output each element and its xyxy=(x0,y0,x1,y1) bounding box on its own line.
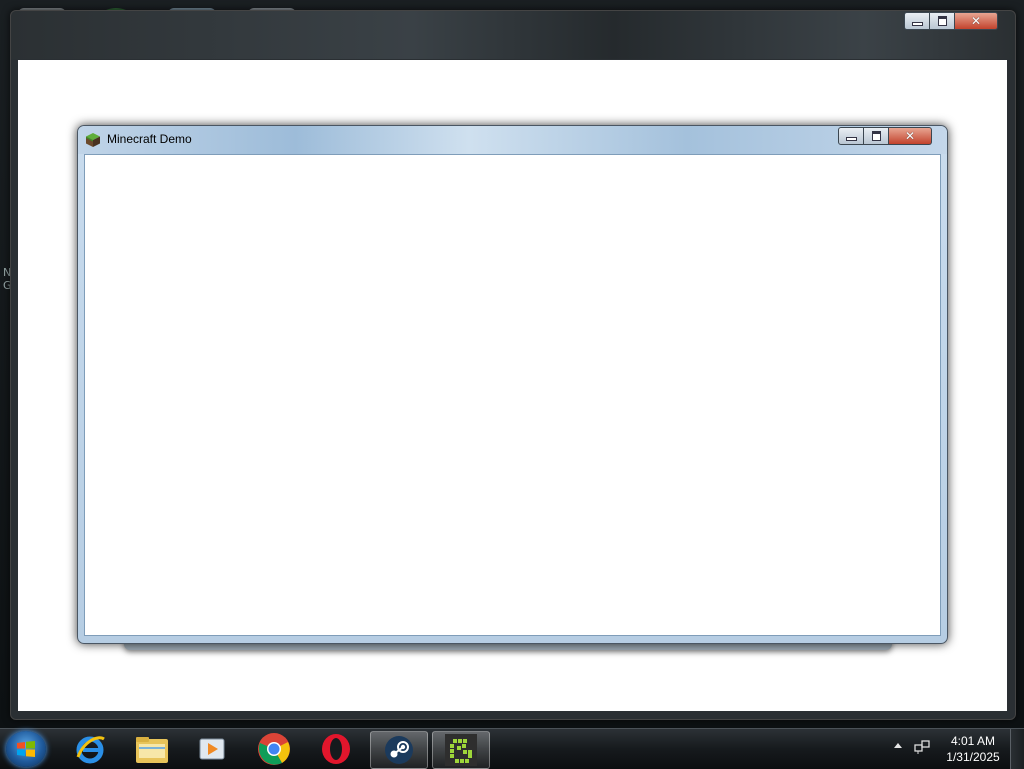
minimize-icon xyxy=(911,22,923,26)
close-icon: ✕ xyxy=(904,129,916,143)
taskbar-internet-explorer[interactable] xyxy=(62,731,118,767)
maximize-icon xyxy=(937,16,947,26)
taskbar-minecraft-launcher[interactable] xyxy=(432,731,490,769)
launcher-caption-buttons: ✕ xyxy=(904,12,998,30)
minecraft-launcher-icon xyxy=(445,734,477,766)
show-hidden-icons-button[interactable] xyxy=(894,743,902,748)
minecraft-titlebar[interactable] xyxy=(78,126,947,154)
taskbar-media-player[interactable] xyxy=(184,731,240,767)
launcher-minimize-button[interactable] xyxy=(904,12,930,30)
chrome-icon xyxy=(258,733,290,765)
file-explorer-icon xyxy=(136,737,168,763)
steam-icon xyxy=(385,736,413,764)
start-button[interactable] xyxy=(6,731,46,767)
maximize-button[interactable] xyxy=(864,127,889,145)
taskbar-steam[interactable] xyxy=(370,731,428,769)
minimize-button[interactable] xyxy=(838,127,864,145)
window-title: Minecraft Demo xyxy=(107,132,192,146)
taskbar-chrome[interactable] xyxy=(246,731,302,767)
launcher-maximize-button[interactable] xyxy=(930,12,955,30)
system-clock[interactable]: 4:01 AM 1/31/2025 xyxy=(940,733,1006,765)
media-player-icon xyxy=(199,738,225,760)
minecraft-caption-buttons: ✕ xyxy=(838,127,932,145)
windows-start-icon xyxy=(17,741,35,757)
internet-explorer-icon xyxy=(76,736,105,764)
opera-icon xyxy=(322,734,350,764)
launcher-close-button[interactable]: ✕ xyxy=(955,12,998,30)
network-icon[interactable] xyxy=(914,739,930,755)
taskbar-file-explorer[interactable] xyxy=(124,731,180,767)
close-icon: ✕ xyxy=(970,14,982,28)
taskbar-opera[interactable] xyxy=(308,731,364,767)
launcher-titlebar[interactable] xyxy=(11,11,1015,59)
close-button[interactable]: ✕ xyxy=(889,127,932,145)
clock-date: 1/31/2025 xyxy=(946,750,1000,764)
taskbar: 4:01 AM 1/31/2025 xyxy=(0,728,1024,769)
minecraft-demo-window: Minecraft Demo ✕ xyxy=(77,125,948,644)
game-viewport[interactable] xyxy=(84,154,941,636)
maximize-icon xyxy=(871,131,881,141)
grass-block-icon xyxy=(86,133,100,147)
clock-time: 4:01 AM xyxy=(950,734,996,748)
show-desktop-button[interactable] xyxy=(1010,729,1024,769)
minimize-icon xyxy=(845,137,857,141)
